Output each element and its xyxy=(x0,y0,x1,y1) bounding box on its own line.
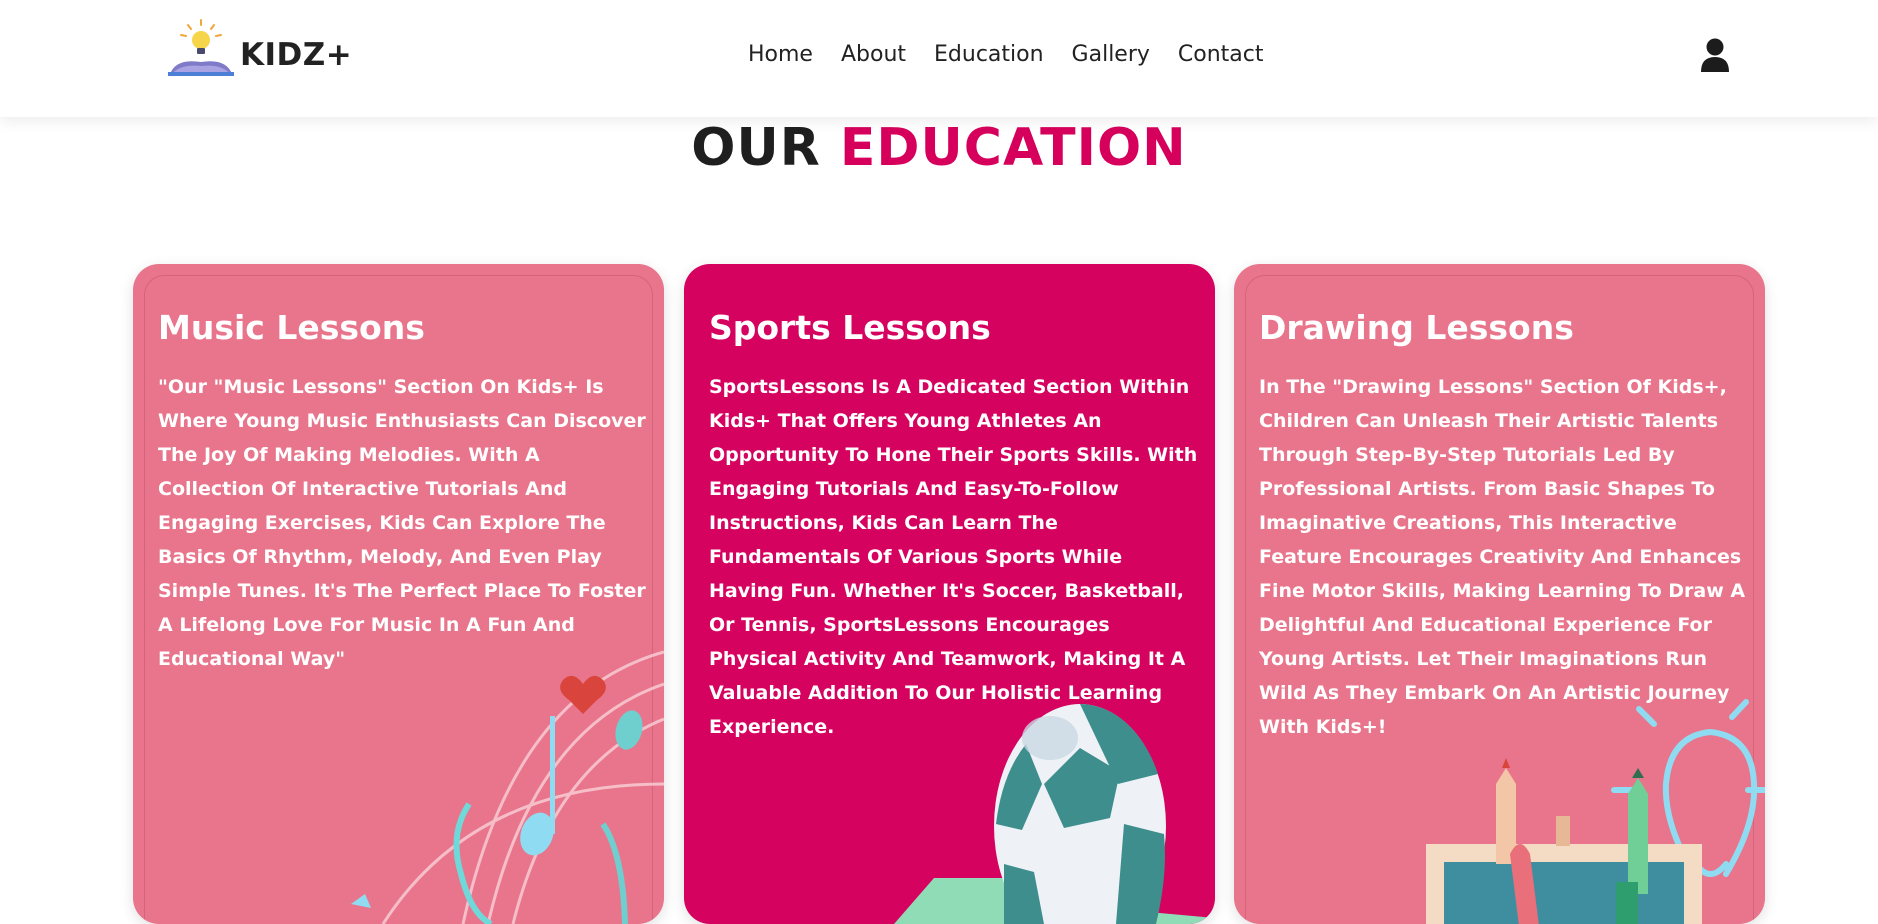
nav-menu: Home About Education Gallery Contact xyxy=(748,42,1292,67)
drawing-lessons-card[interactable]: Drawing Lessons In The "Drawing Lessons"… xyxy=(1234,264,1765,924)
nav-home[interactable]: Home xyxy=(748,42,813,67)
section-title-part1: OUR xyxy=(691,118,821,178)
music-lessons-card[interactable]: Music Lessons "Our "Music Lessons" Secti… xyxy=(133,264,664,924)
sports-lessons-card[interactable]: Sports Lessons SportsLessons Is A Dedica… xyxy=(684,264,1215,924)
card-title: Sports Lessons xyxy=(709,308,991,347)
user-icon[interactable] xyxy=(1700,38,1730,76)
navbar: KIDZ+ Home About Education Gallery Conta… xyxy=(0,0,1878,117)
lightbulb-book-icon xyxy=(168,18,234,76)
card-description: In The "Drawing Lessons" Section Of Kids… xyxy=(1259,376,1746,738)
brand-name: KIDZ+ xyxy=(240,37,353,73)
nav-education[interactable]: Education xyxy=(934,42,1044,67)
section-title-part2: EDUCATION xyxy=(839,118,1187,178)
card-title: Music Lessons xyxy=(158,308,425,347)
logo[interactable]: KIDZ+ xyxy=(168,18,352,76)
nav-gallery[interactable]: Gallery xyxy=(1072,42,1150,67)
section-title: OUR EDUCATION xyxy=(0,118,1878,178)
nav-about[interactable]: About xyxy=(841,42,906,67)
nav-contact[interactable]: Contact xyxy=(1178,42,1264,67)
card-description: SportsLessons Is A Dedicated Section Wit… xyxy=(709,376,1198,738)
card-title: Drawing Lessons xyxy=(1259,308,1574,347)
card-description: "Our "Music Lessons" Section On Kids+ Is… xyxy=(158,376,646,670)
